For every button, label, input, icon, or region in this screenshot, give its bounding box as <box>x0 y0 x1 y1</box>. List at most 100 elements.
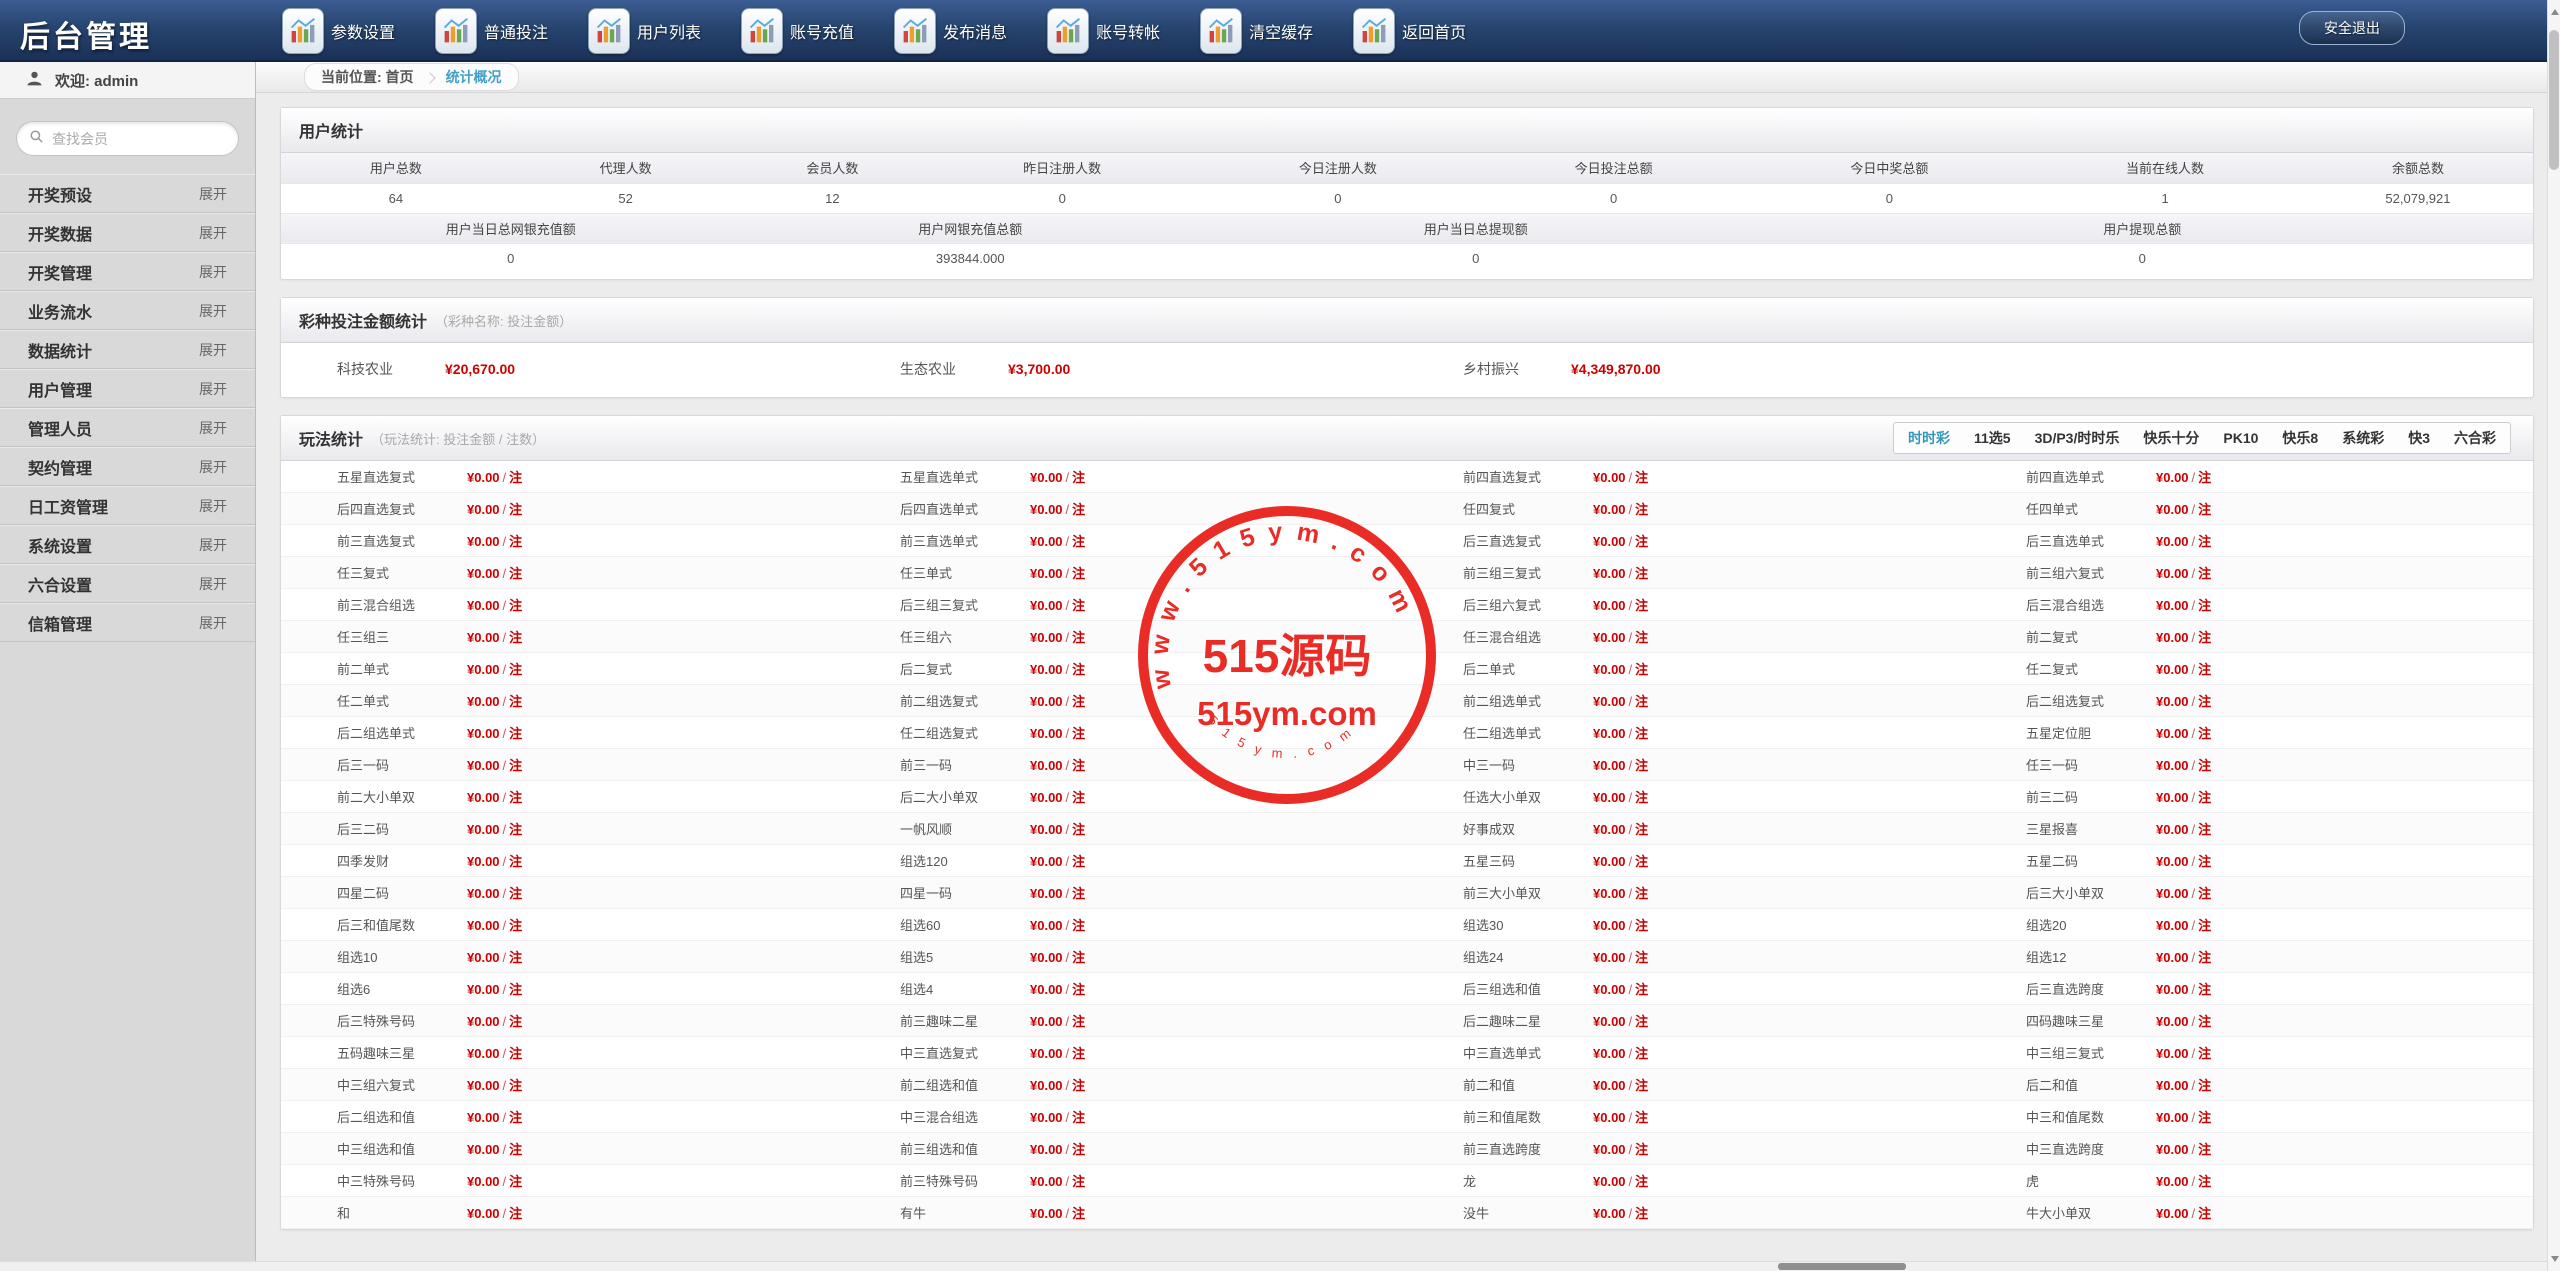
value-separator: / <box>500 822 510 837</box>
sidebar-item-2[interactable]: 开奖数据展开 <box>0 213 255 252</box>
play-name: 后三混合组选 <box>1970 595 2156 614</box>
value-separator: / <box>1626 886 1636 901</box>
breadcrumb: 当前位置: 首页 统计概况 <box>304 63 519 91</box>
expand-toggle[interactable]: 展开 <box>199 418 227 438</box>
play-name: 前三组选和值 <box>844 1139 1030 1158</box>
play-bet-value: ¥0.00/注 <box>1030 595 1085 614</box>
search-box[interactable] <box>16 121 239 156</box>
horizontal-scrollbar[interactable] <box>0 1261 2547 1271</box>
stat-header-cell: 用户网银充值总额 <box>741 213 1201 243</box>
expand-toggle[interactable]: 展开 <box>199 340 227 360</box>
sidebar-item-6[interactable]: 用户管理展开 <box>0 369 255 408</box>
value-separator: / <box>2189 534 2199 549</box>
value-separator: / <box>2189 726 2199 741</box>
value-separator: / <box>2189 950 2199 965</box>
nav-item-5[interactable]: 发布消息 <box>894 8 1007 54</box>
value-separator: / <box>1626 1078 1636 1093</box>
nav-item-2[interactable]: 普通投注 <box>435 8 548 54</box>
play-bet-value: ¥0.00/注 <box>1593 531 1648 550</box>
play-name: 后二组选和值 <box>281 1107 467 1126</box>
tab-快3[interactable]: 快3 <box>2408 428 2430 448</box>
play-stats-row: 前三混合组选¥0.00/注后三组三复式¥0.00/注后三组六复式¥0.00/注后… <box>281 589 2533 621</box>
play-bet-value: ¥0.00/注 <box>2156 627 2211 646</box>
play-stat-cell: 五星直选单式¥0.00/注 <box>844 461 1407 493</box>
play-stats-header: 玩法统计 （玩法统计: 投注金额 / 注数） 时时彩11选53D/P3/时时乐快… <box>281 416 2533 461</box>
expand-toggle[interactable]: 展开 <box>199 496 227 516</box>
tab-PK10[interactable]: PK10 <box>2223 430 2258 446</box>
vertical-scrollbar-thumb[interactable] <box>2549 30 2559 170</box>
breadcrumb-current[interactable]: 统计概况 <box>446 67 502 87</box>
play-stats-row: 后二组选单式¥0.00/注任二组选复式¥0.00/注任二组选单式¥0.00/注五… <box>281 717 2533 749</box>
tab-快乐8[interactable]: 快乐8 <box>2282 428 2318 448</box>
play-bet-value: ¥0.00/注 <box>467 595 522 614</box>
tab-快乐十分[interactable]: 快乐十分 <box>2143 428 2199 448</box>
nav-item-3[interactable]: 用户列表 <box>588 8 701 54</box>
play-bet-value: ¥0.00/注 <box>467 563 522 582</box>
value-separator: / <box>2189 790 2199 805</box>
expand-toggle[interactable]: 展开 <box>199 301 227 321</box>
nav-item-1[interactable]: 参数设置 <box>282 8 395 54</box>
sidebar-item-4[interactable]: 业务流水展开 <box>0 291 255 330</box>
play-bet-value: ¥0.00/注 <box>2156 1139 2211 1158</box>
expand-toggle[interactable]: 展开 <box>199 535 227 555</box>
play-name: 后四直选单式 <box>844 499 1030 518</box>
logout-button[interactable]: 安全退出 <box>2299 11 2405 45</box>
sidebar-item-11[interactable]: 六合设置展开 <box>0 564 255 603</box>
tab-11选5[interactable]: 11选5 <box>1974 428 2011 448</box>
search-member-input[interactable] <box>52 131 233 147</box>
sidebar-item-10[interactable]: 系统设置展开 <box>0 525 255 564</box>
expand-toggle[interactable]: 展开 <box>199 379 227 399</box>
value-separator: / <box>1063 854 1073 869</box>
nav-item-6[interactable]: 账号转帐 <box>1047 8 1160 54</box>
play-stats-row: 后二组选和值¥0.00/注中三混合组选¥0.00/注前三和值尾数¥0.00/注中… <box>281 1101 2533 1133</box>
vertical-scrollbar[interactable] <box>2547 0 2560 1271</box>
stat-value-cell: 52,079,921 <box>2303 183 2533 213</box>
stat-value-cell: 0 <box>1200 183 1476 213</box>
sidebar-item-12[interactable]: 信箱管理展开 <box>0 603 255 642</box>
top-navbar: 后台管理 参数设置普通投注用户列表账号充值发布消息账号转帐清空缓存返回首页 安全… <box>0 0 2560 62</box>
stat-value-cell: 0 <box>1751 243 2533 273</box>
play-stat-cell: 前三组选和值¥0.00/注 <box>844 1133 1407 1165</box>
play-name: 前四直选单式 <box>1970 467 2156 486</box>
play-stat-cell: 后二复式¥0.00/注 <box>844 653 1407 685</box>
lottery-name: 生态农业 <box>900 359 1008 379</box>
value-separator: / <box>1063 886 1073 901</box>
play-stats-row: 中三组选和值¥0.00/注前三组选和值¥0.00/注前三直选跨度¥0.00/注中… <box>281 1133 2533 1165</box>
play-stat-cell: 前三组六复式¥0.00/注 <box>1970 557 2533 589</box>
play-stat-cell: 后二组选单式¥0.00/注 <box>281 717 844 749</box>
nav-item-8[interactable]: 返回首页 <box>1353 8 1466 54</box>
nav-item-7[interactable]: 清空缓存 <box>1200 8 1313 54</box>
sidebar-item-7[interactable]: 管理人员展开 <box>0 408 255 447</box>
tab-六合彩[interactable]: 六合彩 <box>2454 428 2496 448</box>
nav-item-4[interactable]: 账号充值 <box>741 8 854 54</box>
scroll-down-arrow-icon[interactable] <box>2551 1256 2559 1262</box>
breadcrumb-home[interactable]: 当前位置: 首页 <box>321 67 414 87</box>
play-bet-value: ¥0.00/注 <box>2156 1107 2211 1126</box>
play-stat-cell: 前三直选复式¥0.00/注 <box>281 525 844 557</box>
expand-toggle[interactable]: 展开 <box>199 223 227 243</box>
expand-toggle[interactable]: 展开 <box>199 184 227 204</box>
tab-时时彩[interactable]: 时时彩 <box>1908 428 1950 448</box>
play-bet-value: ¥0.00/注 <box>467 1203 522 1222</box>
sidebar-item-1[interactable]: 开奖预设展开 <box>0 174 255 213</box>
play-name: 中三和值尾数 <box>1970 1107 2156 1126</box>
play-stat-cell: 组选20¥0.00/注 <box>1970 909 2533 941</box>
expand-toggle[interactable]: 展开 <box>199 262 227 282</box>
sidebar-item-3[interactable]: 开奖管理展开 <box>0 252 255 291</box>
play-stat-cell: 后四直选单式¥0.00/注 <box>844 493 1407 525</box>
lottery-stat-item: 科技农业¥20,670.00 <box>281 359 844 379</box>
sidebar-item-9[interactable]: 日工资管理展开 <box>0 486 255 525</box>
sidebar-item-8[interactable]: 契约管理展开 <box>0 447 255 486</box>
scroll-up-arrow-icon[interactable] <box>2551 9 2559 15</box>
play-stats-title: 玩法统计 <box>299 426 363 450</box>
expand-toggle[interactable]: 展开 <box>199 574 227 594</box>
tab-3D/P3/时时乐[interactable]: 3D/P3/时时乐 <box>2035 428 2120 448</box>
tab-系统彩[interactable]: 系统彩 <box>2342 428 2384 448</box>
expand-toggle[interactable]: 展开 <box>199 613 227 633</box>
sidebar-item-5[interactable]: 数据统计展开 <box>0 330 255 369</box>
horizontal-scrollbar-thumb[interactable] <box>1778 1263 1906 1270</box>
play-name: 任二组选复式 <box>844 723 1030 742</box>
play-bet-value: ¥0.00/注 <box>1030 1203 1085 1222</box>
expand-toggle[interactable]: 展开 <box>199 457 227 477</box>
nav-item-label: 返回首页 <box>1402 19 1466 43</box>
